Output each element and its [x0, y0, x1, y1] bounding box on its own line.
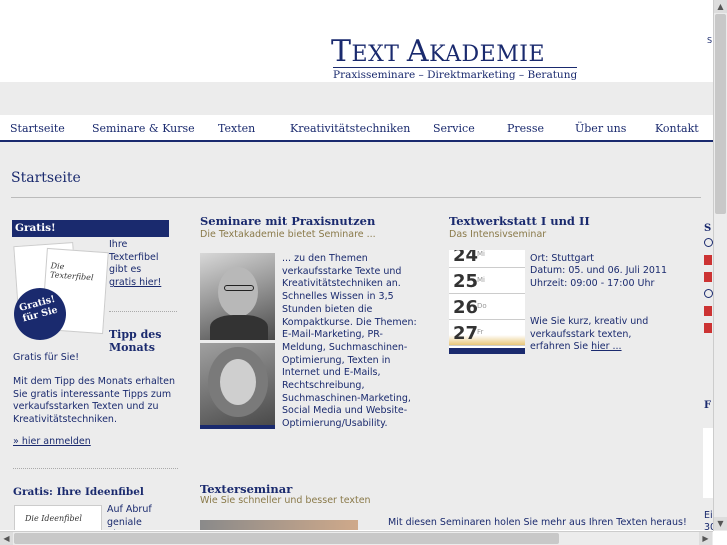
textwerkstatt-text-body: Wie Sie kurz, kreativ und verkaufsstark … — [530, 316, 649, 353]
pdf-icon[interactable] — [704, 323, 712, 333]
calendar-weekday: Mi — [477, 276, 485, 284]
calendar-day-number: 25 — [453, 271, 479, 292]
edge-heading: S — [704, 223, 712, 234]
logo-letter-t: T — [331, 34, 352, 69]
nav-kontakt[interactable]: Kontakt — [655, 122, 699, 135]
nav-service[interactable]: Service — [433, 122, 475, 135]
calendar-row: 25 Mi — [449, 268, 525, 294]
pdf-icon[interactable] — [704, 272, 712, 282]
header-band — [0, 82, 713, 115]
scroll-right-arrow-icon[interactable]: ▶ — [699, 532, 712, 545]
calendar-row: 27 Fr — [449, 320, 525, 346]
textwerkstatt-text: Wie Sie kurz, kreativ und verkaufsstark … — [530, 316, 670, 354]
logo-letter-a: A — [406, 34, 430, 69]
calendar-day-number: 24 — [453, 250, 479, 266]
nav-kreativitaetstechniken[interactable]: Kreativitätstechniken — [290, 122, 410, 135]
texterseminar-image — [200, 520, 358, 530]
edge-text-2: 30 — [704, 522, 713, 530]
textwerkstatt-subtitle: Das Intensivseminar — [449, 229, 547, 240]
pdf-icon[interactable] — [704, 306, 712, 316]
logo-text-ext: EXT — [351, 42, 400, 67]
edge-heading-2: F — [704, 400, 712, 411]
calendar-day-number: 27 — [453, 323, 479, 344]
page-title: Startseite — [11, 170, 81, 186]
nav-presse[interactable]: Presse — [507, 122, 544, 135]
trainer-photo-male — [200, 253, 275, 340]
horizontal-scroll-thumb[interactable] — [14, 533, 559, 544]
bottom-banner-text: Mit diesen Seminaren holen Sie mehr aus … — [388, 517, 687, 528]
dotted-divider — [109, 311, 177, 312]
vertical-scrollbar[interactable]: ▲ ▼ — [713, 0, 727, 531]
scroll-down-arrow-icon[interactable]: ▼ — [714, 517, 727, 530]
logo[interactable]: TEXT AKADEMIE — [331, 34, 545, 69]
ideenfibel-book-image[interactable]: Die Ideenfibel — [14, 505, 102, 530]
main-nav: Startseite Seminare & Kurse Texten Kreat… — [0, 115, 713, 142]
texterfibel-book-image[interactable]: Die Texterfibel Gratis! für Sie — [8, 240, 109, 346]
texterfibel-link[interactable]: gratis hier! — [109, 277, 161, 288]
photo-underline — [200, 425, 275, 429]
edge-text-1: Ei — [704, 510, 713, 521]
seminar-uhrzeit: Uhrzeit: 09:00 - 17:00 Uhr — [530, 278, 655, 289]
calendar-underline — [449, 348, 525, 354]
gratis-title: Gratis! — [12, 220, 169, 237]
nav-texten[interactable]: Texten — [218, 122, 255, 135]
calendar-weekday: Mi — [477, 250, 485, 258]
corner-text[interactable]: S — [707, 36, 712, 45]
nav-startseite[interactable]: Startseite — [10, 122, 65, 135]
tipp-sub: Gratis für Sie! — [13, 352, 80, 363]
right-edge-column: S F Ei 30 — [703, 220, 713, 530]
scroll-left-arrow-icon[interactable]: ◀ — [0, 532, 13, 545]
calendar-row: 24 Mi — [449, 250, 525, 268]
seminare-text: ... zu den Themen verkaufsstarke Texte u… — [282, 253, 417, 430]
texterfibel-intro-text: Ihre Texterfibel gibt es — [109, 239, 159, 276]
calendar-image: 24 Mi 25 Mi 26 Do 27 Fr — [449, 250, 525, 354]
seminar-ort: Ort: Stuttgart — [530, 253, 595, 264]
content-area: Startseite Gratis! Die Texterfibel Grati… — [0, 142, 713, 530]
logo-text-kademie: KADEMIE — [429, 42, 545, 67]
info-icon[interactable] — [704, 238, 713, 247]
ideenfibel-text: Auf Abruf geniale Ideen — [107, 504, 152, 530]
scroll-up-arrow-icon[interactable]: ▲ — [714, 0, 727, 13]
seminar-datum: Datum: 05. und 06. Juli 2011 — [530, 265, 668, 276]
trainer-photo-female — [200, 343, 275, 425]
horizontal-scrollbar[interactable]: ◀ ▶ — [0, 531, 713, 545]
ideenfibel-title: Gratis: Ihre Ideenfibel — [13, 486, 144, 498]
nav-ueber-uns[interactable]: Über uns — [575, 122, 626, 135]
title-divider — [11, 197, 701, 198]
calendar-day-number: 26 — [453, 297, 479, 318]
textwerkstatt-link[interactable]: hier ... — [591, 341, 622, 352]
texterseminar-title: Texterseminar — [200, 482, 293, 496]
calendar-weekday: Fr — [477, 328, 484, 336]
textwerkstatt-title: Textwerkstatt I und II — [449, 214, 590, 228]
nav-seminare-kurse[interactable]: Seminare & Kurse — [92, 122, 195, 135]
tipp-text: Mit dem Tipp des Monats erhalten Sie gra… — [13, 376, 176, 426]
seminare-subtitle: Die Textakademie bietet Seminare ... — [200, 229, 376, 240]
dotted-divider-2 — [13, 468, 178, 469]
tipp-signup-link[interactable]: » hier anmelden — [13, 436, 91, 449]
header: TEXT AKADEMIE Praxisseminare – Direktmar… — [0, 0, 713, 82]
logo-tagline: Praxisseminare – Direktmarketing – Berat… — [333, 67, 578, 81]
pdf-icon[interactable] — [704, 255, 712, 265]
calendar-weekday: Do — [477, 302, 487, 310]
texterseminar-subtitle: Wie Sie schneller und besser texten — [200, 495, 371, 506]
seminare-title: Seminare mit Praxisnutzen — [200, 214, 376, 228]
texterfibel-intro: Ihre Texterfibel gibt es gratis hier! — [109, 239, 171, 290]
calendar-row: 26 Do — [449, 294, 525, 320]
info-icon[interactable] — [704, 289, 713, 298]
tipp-title: Tipp des Monats — [109, 328, 162, 354]
edge-box — [703, 428, 713, 498]
vertical-scroll-thumb[interactable] — [715, 14, 726, 214]
